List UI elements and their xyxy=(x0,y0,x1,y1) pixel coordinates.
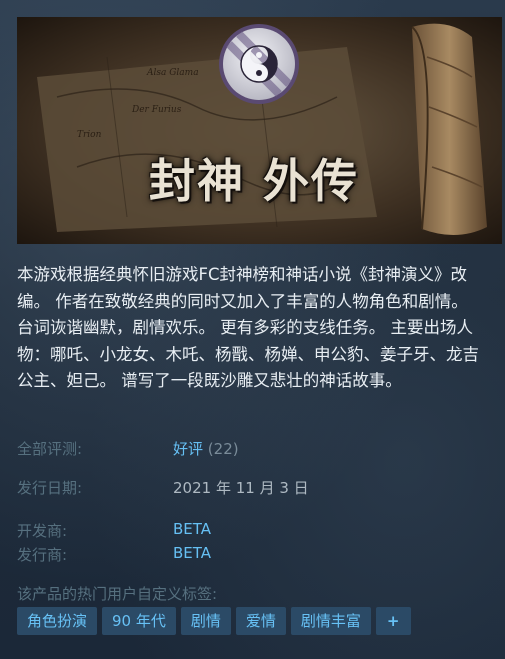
map-label: Der Furius xyxy=(131,105,182,115)
review-summary-link[interactable]: 好评 xyxy=(173,440,203,458)
yin-yang-icon xyxy=(219,24,299,104)
publisher-link[interactable]: BETA xyxy=(173,544,211,562)
developer-link[interactable]: BETA xyxy=(173,520,211,538)
game-description: 本游戏根据经典怀旧游戏FC封神榜和神话小说《封神演义》改编。 作者在致敬经典的同… xyxy=(17,265,479,390)
add-tag-button[interactable]: + xyxy=(375,607,411,635)
tag-item[interactable]: 爱情 xyxy=(235,607,286,635)
publisher-label: 发行商: xyxy=(17,546,68,564)
developer-row: 开发商: BETA xyxy=(0,520,505,540)
tags-list: 角色扮演 90 年代 剧情 爱情 剧情丰富 + xyxy=(17,607,411,635)
reviews-label: 全部评测: xyxy=(17,440,83,458)
reviews-row: 全部评测: 好评 (22) xyxy=(0,438,505,458)
publisher-row: 发行商: BETA xyxy=(0,544,505,564)
tags-heading: 该产品的热门用户自定义标签: xyxy=(17,585,218,603)
tag-item[interactable]: 角色扮演 xyxy=(17,607,98,635)
map-label: Alsa Glama xyxy=(146,68,199,78)
developer-label: 开发商: xyxy=(17,522,68,540)
header-capsule-image[interactable]: Alsa Glama Der Furius Trion 封神 外传 xyxy=(17,17,502,244)
release-label: 发行日期: xyxy=(17,479,83,497)
review-count: (22) xyxy=(207,440,239,458)
release-date: 2021 年 11 月 3 日 xyxy=(173,479,309,497)
capsule-title-art: 封神 外传 xyxy=(149,154,360,208)
tag-item[interactable]: 90 年代 xyxy=(102,607,176,635)
reviews-value[interactable]: 好评 (22) xyxy=(173,438,239,459)
tag-item[interactable]: 剧情 xyxy=(180,607,231,635)
tag-item[interactable]: 剧情丰富 xyxy=(290,607,371,635)
map-label: Trion xyxy=(77,130,102,140)
release-row: 发行日期: 2021 年 11 月 3 日 xyxy=(0,477,505,497)
